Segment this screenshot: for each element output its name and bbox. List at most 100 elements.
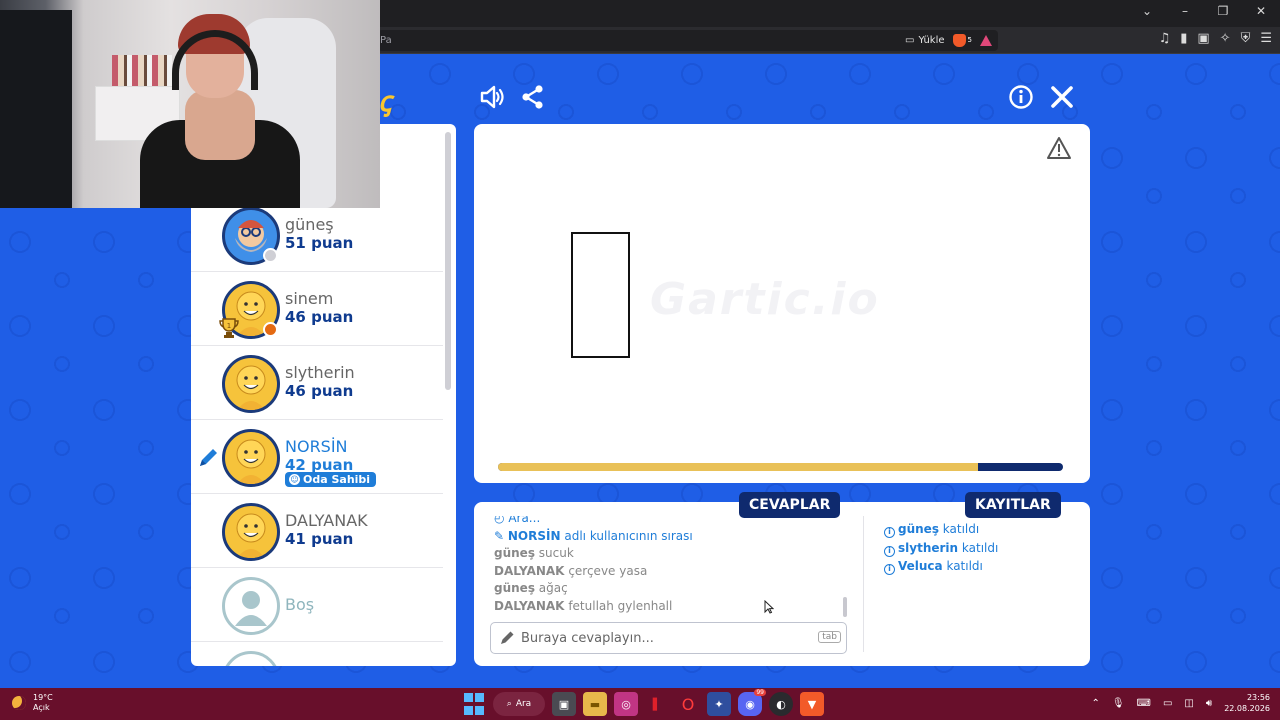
player-card[interactable]: DALYANAK 41 puan — [191, 494, 443, 568]
drawn-rectangle — [571, 232, 630, 358]
display-icon[interactable]: ▭ — [1163, 698, 1172, 709]
clock-time: 23:56 — [1246, 693, 1270, 702]
player-name: sinem — [285, 289, 334, 308]
list-item: DALYANAK fetullah gylenhall — [494, 598, 846, 616]
answer-author: güneş — [494, 581, 535, 595]
webcam-shelf-items — [112, 55, 172, 87]
player-score: 51 puan — [285, 234, 354, 252]
chevron-down-icon[interactable]: ⌄ — [1138, 4, 1156, 18]
player-score: 46 puan — [285, 382, 354, 400]
drawing-canvas[interactable]: Gartic.io — [474, 124, 1090, 483]
answer-author: NORSİN — [507, 528, 561, 543]
instagram-icon[interactable]: ◎ — [614, 692, 638, 716]
room-owner-label: Oda Sahibi — [303, 473, 371, 486]
opera-icon[interactable]: O — [676, 692, 700, 716]
mouse-cursor-icon — [764, 600, 774, 614]
brave-rewards-icon[interactable] — [980, 35, 992, 46]
weather-widget[interactable]: 19°C Açık — [12, 693, 53, 713]
list-item: ✎ NORSİN adlı kullanıcının sırası — [494, 528, 846, 546]
close-icon[interactable] — [1049, 84, 1075, 110]
address-bar[interactable]: Pa ▭ Yükle 5 — [378, 30, 998, 51]
log-tab[interactable]: KAYITLAR — [965, 492, 1061, 518]
player-score: 41 puan — [285, 530, 354, 548]
task-view-icon[interactable]: ▣ — [552, 692, 576, 716]
tab-key-hint: tab — [818, 631, 841, 643]
pencil-icon — [501, 631, 514, 644]
close-window-icon[interactable]: ✕ — [1252, 4, 1270, 18]
taskbar-clock[interactable]: 23:56 22.08.2026 — [1224, 692, 1270, 714]
info-icon[interactable] — [1008, 84, 1034, 110]
report-warning-icon[interactable] — [1046, 136, 1072, 160]
player-name: güneş — [285, 215, 334, 234]
brave-browser-icon[interactable]: ▼ — [800, 692, 824, 716]
list-item: i slytherin katıldı — [884, 539, 998, 558]
upload-button[interactable]: ▭ Yükle — [905, 30, 944, 51]
sidebar-icon[interactable]: ▮ — [1180, 31, 1187, 46]
moon-icon — [12, 696, 26, 710]
answer-text: sucuk — [538, 546, 574, 560]
list-item: güneş ağaç — [494, 580, 846, 598]
chevron-up-icon[interactable]: ⌃ — [1091, 698, 1099, 709]
upload-label: Yükle — [918, 35, 945, 46]
player-card[interactable]: slytherin 46 puan — [191, 346, 443, 420]
volume-icon[interactable]: 🔊︎ — [1206, 698, 1212, 709]
flag-app-icon[interactable]: ▌ — [645, 692, 669, 716]
windows-taskbar: 19°C Açık ⌕ Ara ▣ ▬ ◎ ▌ O ✦ ◉ 99 ◐ ▼ ⌃ 🎙︎… — [0, 688, 1280, 720]
answer-text: adlı kullanıcının sırası — [564, 528, 693, 543]
list-item: i Veluca katıldı — [884, 557, 998, 576]
restore-icon[interactable]: ❐ — [1214, 4, 1232, 18]
panel-divider — [863, 516, 864, 652]
avatar — [222, 503, 280, 561]
network-icon[interactable]: ◫ — [1184, 698, 1193, 709]
answer-input-box[interactable]: tab — [490, 622, 847, 654]
browser-toolbar-icons: ♫ ▮ ▣ ✧ ⛨ ☰ — [1159, 31, 1272, 46]
player-name: slytherin — [285, 363, 355, 382]
brave-shield-count: 5 — [967, 36, 972, 44]
discord-icon[interactable]: ◉ 99 — [738, 689, 766, 716]
answers-scrollbar[interactable] — [843, 597, 847, 617]
start-button[interactable] — [462, 692, 486, 716]
sound-icon[interactable] — [479, 84, 505, 110]
minimize-icon[interactable]: – — [1176, 4, 1194, 18]
keyboard-icon[interactable]: ⌨ — [1137, 698, 1151, 709]
brave-shield-button[interactable]: 5 — [952, 30, 972, 51]
obs-icon[interactable]: ◐ — [769, 692, 793, 716]
log-author: slytherin — [898, 540, 959, 555]
menu-icon[interactable]: ☰ — [1260, 31, 1272, 46]
vpn-icon[interactable]: ⛨ — [1241, 31, 1251, 46]
wallet-icon[interactable]: ▣ — [1197, 31, 1209, 46]
answer-author: DALYANAK — [494, 598, 565, 613]
share-icon[interactable] — [520, 84, 546, 110]
trophy-icon: 1 — [219, 318, 239, 338]
leo-icon[interactable]: ✧ — [1220, 31, 1231, 46]
empty-slot[interactable]: Boş — [191, 568, 443, 642]
answer-input[interactable] — [521, 628, 811, 648]
url-text: Pa — [380, 35, 392, 46]
taskbar-search[interactable]: ⌕ Ara — [493, 692, 545, 716]
clock-icon: ◴ — [494, 516, 505, 525]
status-dot — [263, 322, 278, 337]
microphone-icon[interactable]: 🎙︎ — [1112, 698, 1125, 709]
media-icon[interactable]: ♫ — [1159, 31, 1171, 46]
weather-text: 19°C Açık — [33, 693, 53, 713]
player-card[interactable]: güneş 51 puan — [191, 198, 443, 272]
clock-date: 22.08.2026 — [1224, 704, 1270, 713]
list-item: ◴ Ara... — [494, 516, 846, 528]
players-scrollbar[interactable] — [445, 132, 451, 390]
answer-author: DALYANAK — [494, 563, 565, 578]
answers-tab[interactable]: CEVAPLAR — [739, 492, 841, 518]
gartic-watermark: Gartic.io — [650, 274, 880, 325]
pencil-icon: ✎ — [494, 528, 505, 543]
media-app-icon[interactable]: ✦ — [707, 692, 731, 716]
player-card-current-drawer[interactable]: NORSİN 42 puan ☺ Oda Sahibi — [191, 420, 443, 494]
player-card[interactable]: 1 sinem 46 puan — [191, 272, 443, 346]
player-name: DALYANAK — [285, 511, 368, 530]
pencil-icon — [200, 449, 217, 466]
file-explorer-icon[interactable]: ▬ — [583, 692, 607, 716]
answers-list: ◴ Ara... ✎ NORSİN adlı kullanıcının sıra… — [494, 516, 846, 618]
monitor-icon: ▭ — [905, 35, 915, 46]
info-icon: i — [884, 527, 895, 538]
answer-text: ağaç — [538, 581, 568, 595]
gartic-logo-tail: ꞔ — [378, 85, 392, 118]
webcam-person-neck — [185, 90, 255, 160]
